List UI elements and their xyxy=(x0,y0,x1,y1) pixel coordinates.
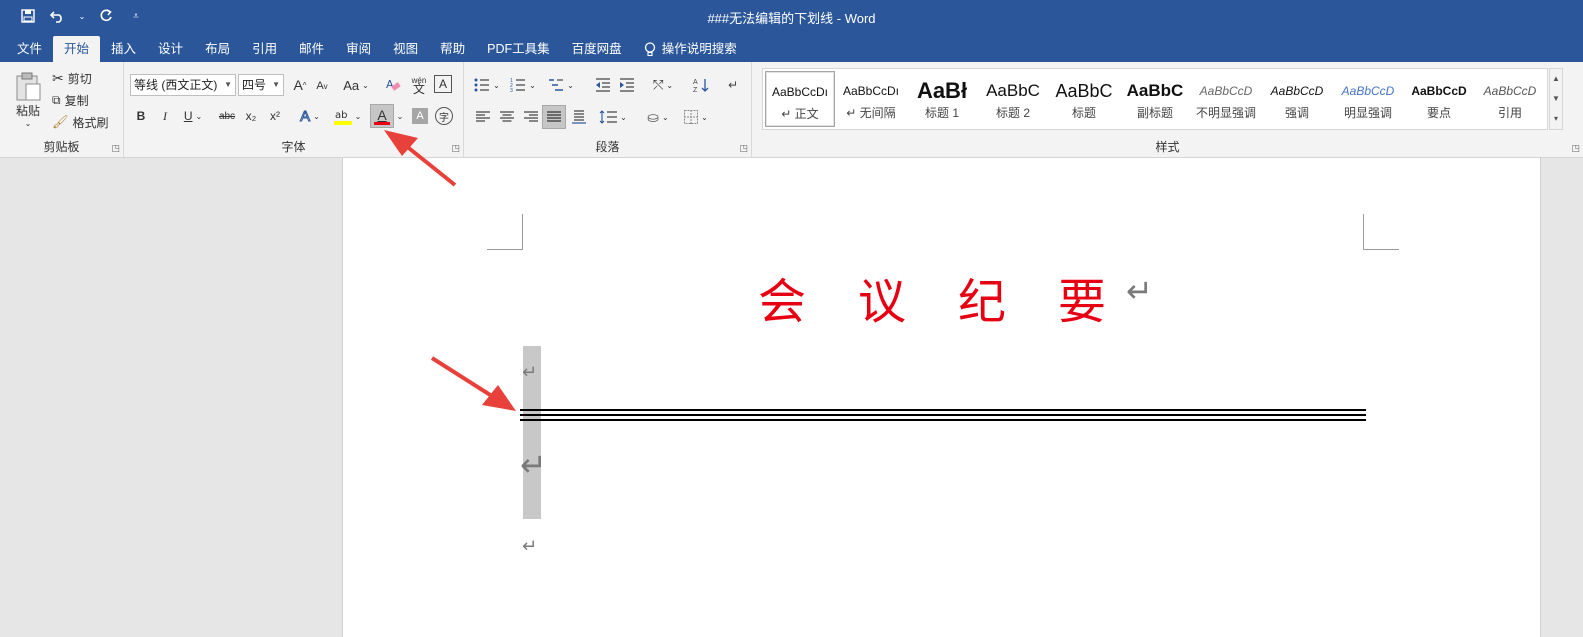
arrow-to-underline xyxy=(430,356,516,411)
annotation-arrows xyxy=(384,130,516,411)
arrow-to-font-color xyxy=(384,130,457,187)
